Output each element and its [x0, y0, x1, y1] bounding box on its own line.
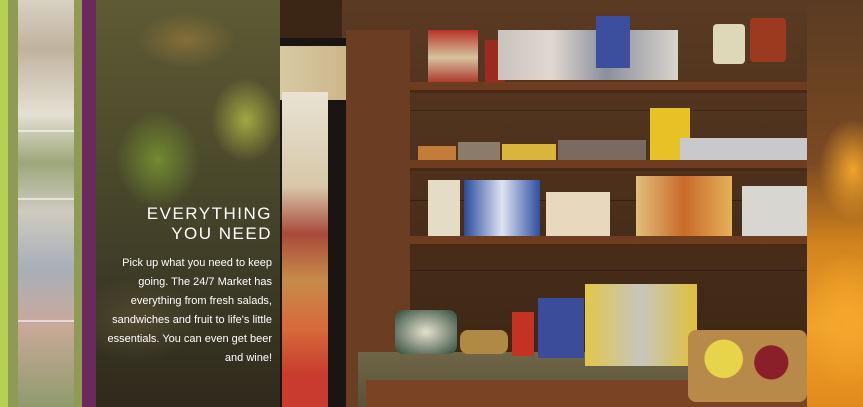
- lime-accent-bar: [0, 0, 8, 407]
- heading-line-1: EVERYTHING: [146, 204, 272, 223]
- can: [512, 312, 534, 356]
- tile-divider: [18, 198, 74, 200]
- orange-fruit-edge: [807, 0, 863, 407]
- chip-bags: [464, 180, 540, 238]
- tile-divider: [18, 320, 74, 322]
- blurred-fruit-image: EVERYTHING YOU NEED Pick up what you nee…: [96, 0, 280, 407]
- heading-line-2: YOU NEED: [171, 224, 272, 243]
- shelf: [410, 82, 807, 93]
- snack-bar: [458, 142, 500, 162]
- purple-accent-bar: [82, 0, 96, 407]
- caption-description: Pick up what you need to keep going. The…: [107, 257, 272, 364]
- chip-bag: [428, 180, 460, 236]
- market-photo: [280, 0, 807, 407]
- snack-box: [596, 16, 630, 68]
- snack-display: [585, 284, 697, 366]
- candy-display: [538, 298, 584, 358]
- chip-bags: [636, 176, 732, 238]
- wall-slat: [410, 270, 807, 271]
- jar: [713, 24, 745, 64]
- fruit-basket: [688, 330, 807, 402]
- snack-rack: [680, 138, 807, 160]
- chip-bag: [546, 192, 610, 238]
- left-decorative-strip: [0, 0, 96, 407]
- snack-rack: [498, 30, 678, 80]
- tile-divider: [18, 130, 74, 132]
- snack-bar: [558, 140, 646, 162]
- caption-heading: EVERYTHING YOU NEED: [102, 204, 272, 244]
- jar: [750, 18, 786, 62]
- cooler-glass-door: [282, 92, 328, 407]
- chip-bag: [742, 186, 807, 236]
- hero-banner: EVERYTHING YOU NEED Pick up what you nee…: [0, 0, 863, 407]
- napkin-basket: [395, 310, 457, 354]
- shelf: [410, 236, 807, 247]
- wall-slat: [410, 110, 807, 111]
- faded-photo-column: [18, 0, 74, 407]
- small-basket: [460, 330, 508, 354]
- market-caption: EVERYTHING YOU NEED Pick up what you nee…: [102, 204, 272, 368]
- jar-stack: [428, 30, 478, 85]
- shelf: [410, 160, 807, 171]
